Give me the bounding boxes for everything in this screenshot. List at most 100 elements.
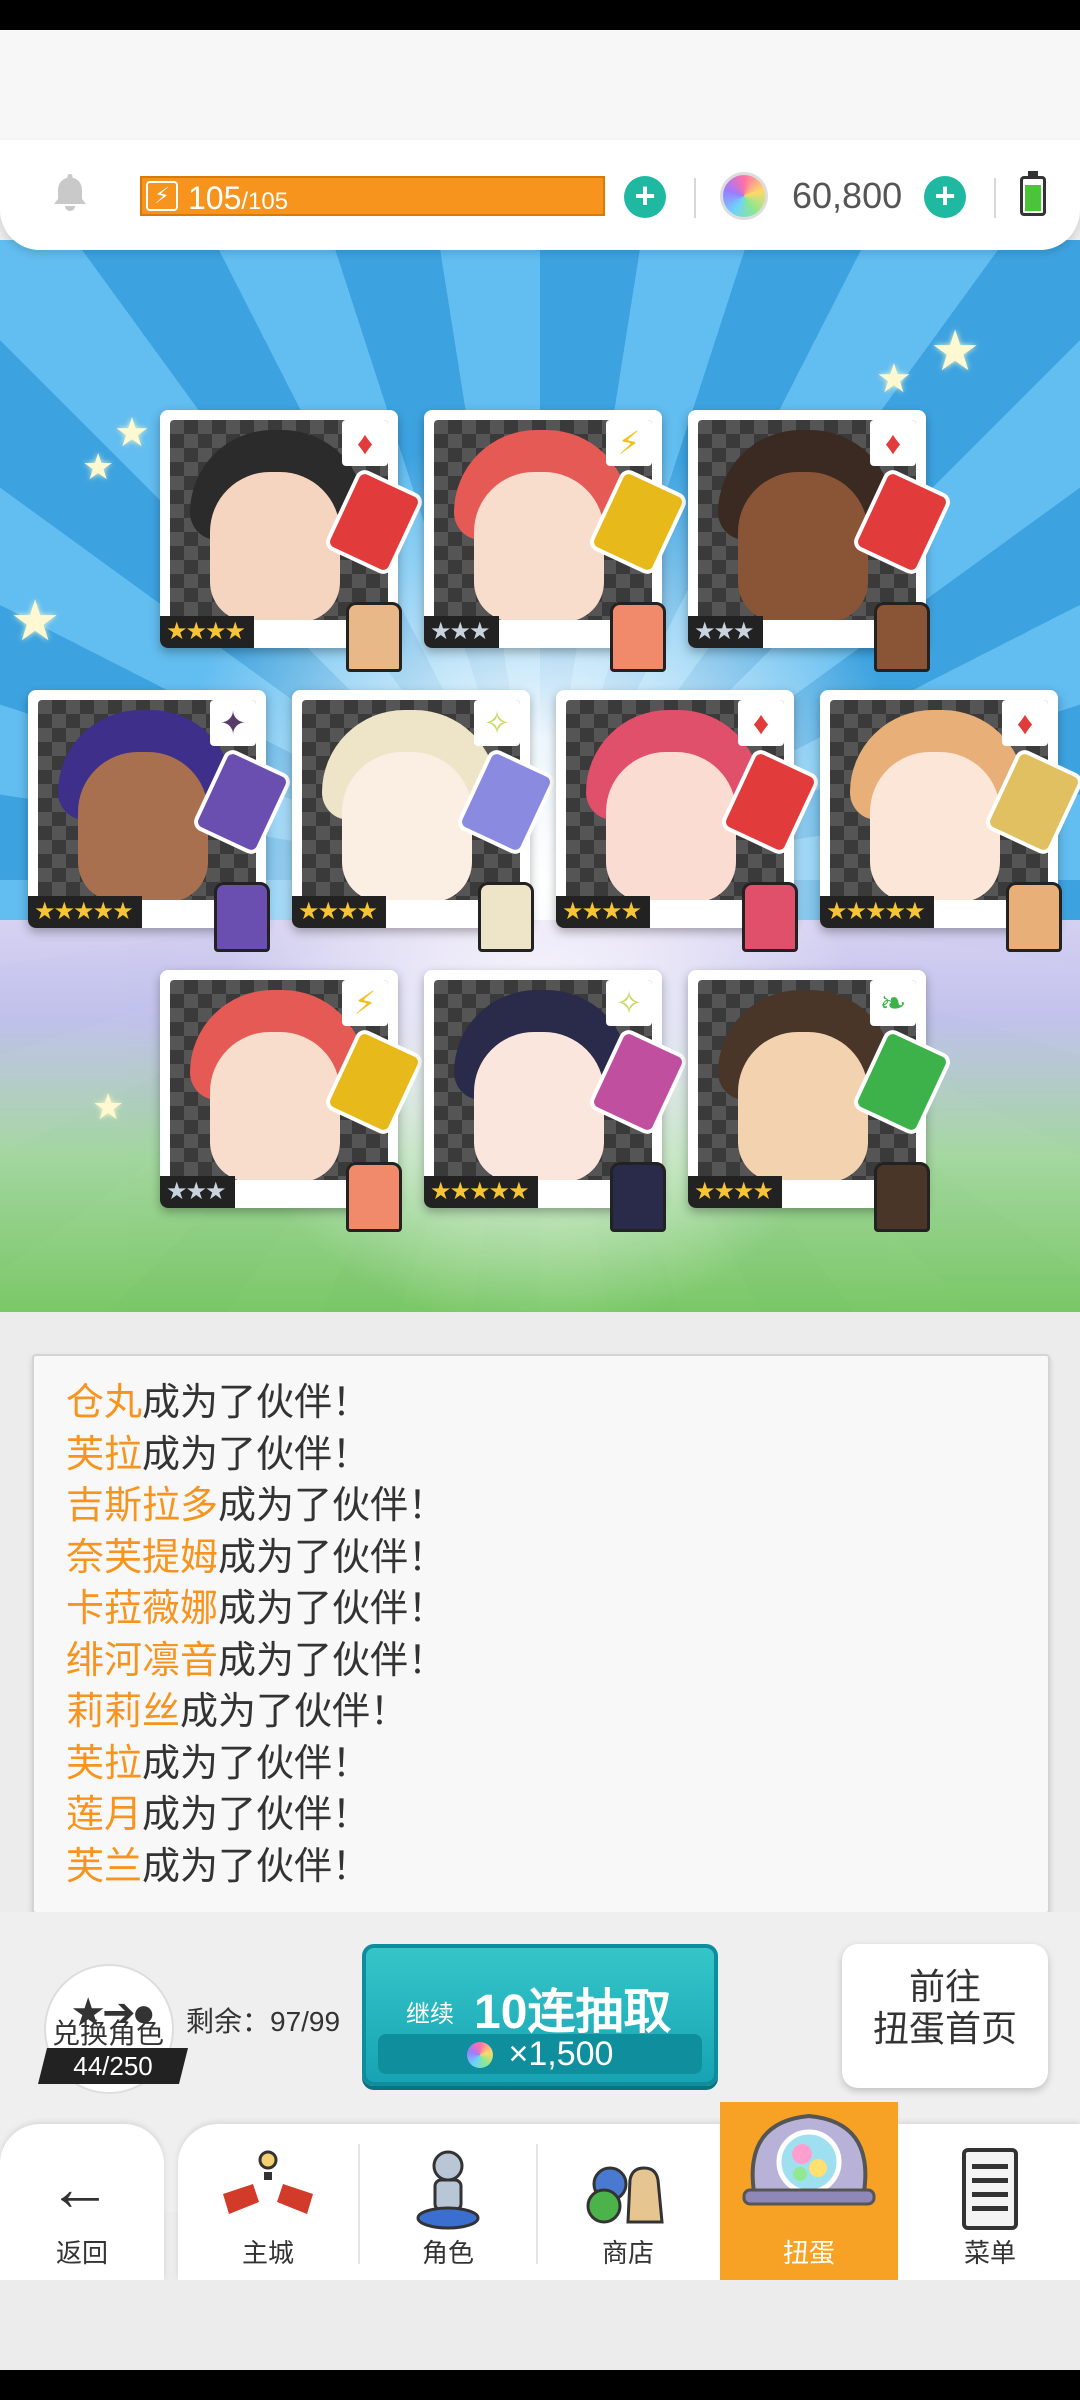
tab-shop[interactable]: 商店	[538, 2124, 718, 2280]
goto-line-2: 扭蛋首页	[872, 2008, 1017, 2049]
goto-line-1: 前往	[908, 1966, 981, 2007]
draw-prefix: 继续	[406, 2001, 454, 2028]
rarity-stars: ★★★	[688, 616, 763, 648]
character-sprite	[742, 882, 798, 952]
character-face	[870, 752, 1000, 900]
log-entry: 卡菈薇娜成为了伙伴！	[66, 1584, 1048, 1636]
add-stamina-button[interactable]: +	[624, 176, 666, 218]
stamina-bar: ⚡ 105/105	[140, 176, 605, 216]
character-card[interactable]: ✧ ★★★★★	[424, 970, 690, 1232]
sparkle-star-icon: ★	[930, 319, 981, 382]
log-message: 成为了伙伴！	[142, 1794, 371, 1836]
sparkle-star-icon: ★	[10, 589, 61, 652]
character-sprite	[478, 882, 534, 952]
rarity-stars: ★★★★★	[820, 896, 934, 928]
character-card[interactable]: ✧ ★★★★	[292, 690, 558, 952]
character-name: 绯河凛音	[66, 1639, 219, 1682]
character-name: 奈芙提姆	[66, 1536, 219, 1579]
sparkle-star-icon: ★	[114, 411, 150, 455]
dark-element-icon: ✦	[210, 700, 256, 746]
rarity-stars: ★★★	[424, 616, 499, 648]
diamond-element-icon: ♦	[1002, 700, 1048, 746]
character-face	[738, 1032, 868, 1180]
bell-icon[interactable]	[48, 170, 92, 214]
log-message: 成为了伙伴！	[142, 1382, 371, 1424]
tab-gacha[interactable]: 扭蛋	[720, 2102, 898, 2280]
top-spacer	[0, 30, 1080, 150]
divider	[994, 178, 996, 218]
character-face	[606, 752, 736, 900]
continue-10-draw-button[interactable]: 继续 10连抽取 ×1,500	[362, 1944, 718, 2086]
tab-characters[interactable]: 角色	[360, 2124, 536, 2280]
goto-gacha-home-button[interactable]: 前往 扭蛋首页	[842, 1944, 1048, 2088]
rarity-stars: ★★★★	[292, 896, 387, 928]
back-label: 返回	[55, 2238, 108, 2268]
divider	[694, 178, 696, 218]
castle-icon	[223, 2150, 313, 2214]
sparkle-star-icon: ★	[82, 446, 115, 487]
log-message: 成为了伙伴！	[218, 1588, 447, 1630]
character-sprite	[1006, 882, 1062, 952]
gacha-icon	[742, 2113, 876, 2206]
tab-menu[interactable]: 菜单	[900, 2124, 1080, 2280]
character-icon	[416, 2150, 480, 2230]
character-name: 莉莉丝	[66, 1691, 181, 1733]
menu-icon	[962, 2148, 1018, 2230]
log-entry: 芙拉成为了伙伴！	[66, 1430, 1048, 1482]
battery-icon	[1020, 171, 1046, 216]
character-sprite	[610, 602, 666, 672]
character-name: 莲月	[66, 1794, 143, 1836]
character-card[interactable]: ♦ ★★★★★	[820, 690, 1080, 952]
character-name: 卡菈薇娜	[66, 1588, 219, 1630]
resource-bar: ⚡ 105/105 + 60,800 +	[0, 140, 1080, 250]
gem-count: 60,800	[792, 175, 903, 216]
result-log-list: 仓丸成为了伙伴！ 芙拉成为了伙伴！ 吉斯拉多成为了伙伴！ 奈芙提姆成为了伙伴！ 卡菈薇娜…	[34, 1356, 1048, 1893]
rarity-stars: ★★★	[160, 1176, 235, 1208]
character-card[interactable]: ✦ ★★★★★	[28, 690, 294, 952]
log-entry: 绯河凛音成为了伙伴！	[66, 1636, 1048, 1688]
log-message: 成为了伙伴！	[142, 1742, 371, 1785]
character-name: 芙拉	[66, 1742, 143, 1785]
rarity-stars: ★★★★	[556, 896, 651, 928]
gem-icon	[720, 172, 768, 220]
gesture-area	[0, 2280, 1080, 2370]
back-button[interactable]: ← 返回	[0, 2124, 164, 2280]
bottom-nav: ← 返回 主城 角色 商店 扭蛋 菜单	[0, 2102, 1080, 2280]
rarity-stars: ★★★★	[688, 1176, 783, 1208]
log-entry: 奈芙提姆成为了伙伴！	[66, 1533, 1048, 1585]
result-log-panel[interactable]: 仓丸成为了伙伴！ 芙拉成为了伙伴！ 吉斯拉多成为了伙伴！ 奈芙提姆成为了伙伴！ 卡菈薇娜…	[32, 1354, 1050, 1914]
character-name: 吉斯拉多	[66, 1485, 219, 1527]
character-card[interactable]: ⚡ ★★★	[160, 970, 426, 1232]
character-face	[210, 1032, 340, 1180]
lightning-icon: ⚡	[146, 181, 178, 211]
bottom-bezel	[0, 2370, 1080, 2400]
log-entry: 芙拉成为了伙伴！	[66, 1739, 1048, 1791]
character-card[interactable]: ❧ ★★★★	[688, 970, 954, 1232]
tab-label: 角色	[421, 2238, 474, 2268]
swap-count-badge: 44/250	[38, 2048, 188, 2084]
log-entry: 莉莉丝成为了伙伴！	[66, 1687, 1048, 1739]
sparkle-star-icon: ★	[876, 357, 912, 401]
character-card[interactable]: ⚡ ★★★	[424, 410, 690, 672]
character-sprite	[874, 602, 930, 672]
log-message: 成为了伙伴！	[218, 1485, 447, 1527]
lightning-element-icon: ⚡	[342, 980, 388, 1026]
tab-main-city[interactable]: 主城	[178, 2124, 358, 2280]
log-message: 成为了伙伴！	[142, 1845, 371, 1888]
log-entry: 仓丸成为了伙伴！	[66, 1378, 1048, 1430]
character-card[interactable]: ♦ ★★★★	[160, 410, 426, 672]
light-element-icon: ✧	[606, 980, 652, 1026]
character-face	[738, 472, 868, 620]
diamond-element-icon: ♦	[342, 420, 388, 466]
add-gems-button[interactable]: +	[924, 176, 966, 218]
character-card[interactable]: ♦ ★★★	[688, 410, 954, 672]
gem-icon	[466, 2042, 493, 2068]
wind-element-icon: ❧	[870, 980, 916, 1026]
character-sprite	[214, 882, 270, 952]
character-name: 芙兰	[66, 1845, 143, 1888]
character-card[interactable]: ♦ ★★★★	[556, 690, 822, 952]
character-sprite	[346, 1162, 402, 1232]
log-message: 成为了伙伴！	[218, 1536, 447, 1579]
stamina-text: 105/105	[188, 180, 289, 216]
log-message: 成为了伙伴！	[180, 1691, 409, 1733]
